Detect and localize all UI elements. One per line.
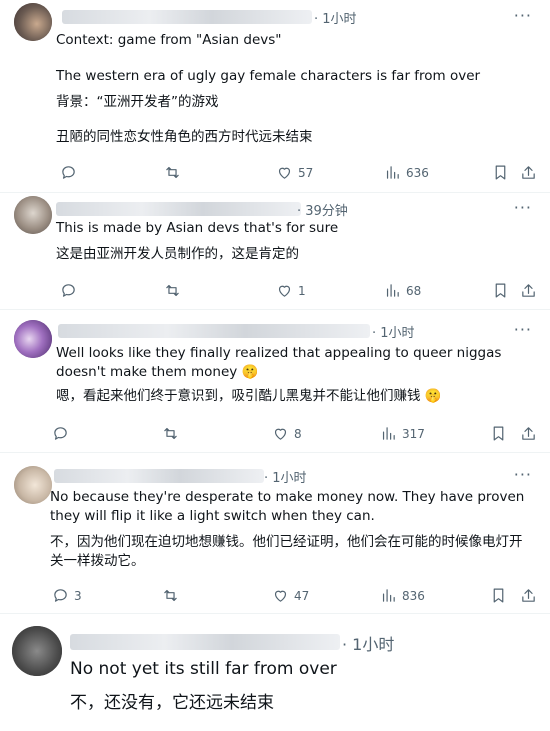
share-button[interactable] (520, 282, 537, 299)
avatar[interactable] (14, 3, 52, 41)
avatar[interactable] (14, 196, 52, 234)
repost-button[interactable] (162, 425, 184, 442)
post-text-line: No not yet its still far from over (70, 659, 337, 679)
views-button[interactable]: 68 (384, 282, 421, 299)
post-4[interactable]: · 1小时 ··· No because they're desperate t… (0, 453, 550, 614)
heart-icon (274, 428, 287, 440)
like-button[interactable]: 57 (276, 164, 313, 181)
reply-icon (62, 166, 75, 179)
reply-button[interactable]: 3 (52, 587, 82, 604)
reply-icon (54, 427, 67, 440)
username-redacted (70, 634, 340, 650)
views-button[interactable]: 636 (384, 164, 429, 181)
reply-button[interactable] (52, 425, 74, 442)
share-icon (522, 166, 535, 179)
repost-icon (164, 427, 177, 440)
repost-button[interactable] (164, 164, 186, 181)
post-time[interactable]: · 1小时 (264, 467, 307, 486)
post-actions: 1 68 (56, 282, 536, 304)
like-count: 1 (298, 283, 306, 298)
more-icon[interactable]: ··· (514, 6, 532, 25)
post-time[interactable]: · 1小时 (372, 322, 415, 341)
like-count: 57 (298, 165, 314, 180)
heart-icon (274, 590, 287, 602)
username-redacted (58, 324, 370, 338)
post-text-line: This is made by Asian devs that's for su… (56, 220, 339, 236)
post-text-line: 这是由亚洲开发人员制作的，这是肯定的 (56, 246, 299, 262)
reply-button[interactable] (60, 164, 82, 181)
more-icon[interactable]: ··· (514, 320, 532, 339)
bookmark-icon (493, 426, 504, 441)
repost-icon (166, 284, 179, 297)
views-icon (386, 166, 399, 179)
share-icon (522, 284, 535, 297)
post-text-line: 嗯，看起来他们终于意识到，吸引酷儿黑鬼并不能让他们赚钱 🤫 (56, 388, 442, 404)
username-redacted (62, 10, 312, 24)
like-count: 47 (294, 588, 310, 603)
post-actions: 3 47 836 (54, 587, 537, 609)
repost-button[interactable] (164, 282, 186, 299)
post-time[interactable]: · 1小时 (342, 631, 394, 655)
more-icon[interactable]: ··· (514, 198, 532, 217)
like-count: 8 (294, 426, 302, 441)
views-icon (386, 284, 399, 297)
views-count: 836 (402, 588, 425, 603)
post-actions: 8 317 (54, 425, 537, 447)
views-count: 636 (406, 165, 429, 180)
post-time[interactable]: · 39分钟 (297, 200, 348, 219)
bookmark-button[interactable] (492, 282, 509, 299)
share-button[interactable] (520, 587, 537, 604)
avatar[interactable] (14, 466, 52, 504)
bookmark-icon (493, 588, 504, 603)
like-button[interactable]: 47 (272, 587, 309, 604)
reply-count: 3 (74, 588, 82, 603)
post-text-line: 背景：“亚洲开发者”的游戏 (56, 94, 219, 110)
post-text-line: The western era of ugly gay female chara… (56, 68, 481, 84)
views-icon (382, 589, 395, 602)
repost-button[interactable] (162, 587, 184, 604)
repost-icon (164, 589, 177, 602)
heart-icon (278, 285, 291, 297)
bookmark-button[interactable] (490, 587, 507, 604)
heart-icon (278, 167, 291, 179)
avatar[interactable] (14, 320, 52, 358)
share-button[interactable] (520, 425, 537, 442)
reply-icon (62, 284, 75, 297)
bookmark-button[interactable] (492, 164, 509, 181)
like-button[interactable]: 1 (276, 282, 306, 299)
views-icon (382, 427, 395, 440)
bookmark-icon (495, 165, 506, 180)
views-count: 317 (402, 426, 425, 441)
post-time[interactable]: · 1小时 (314, 8, 357, 27)
post-text-line: No because they're desperate to make mon… (50, 489, 529, 524)
post-text-line: 丑陋的同性恋女性角色的西方时代远未结束 (56, 129, 313, 145)
views-button[interactable]: 317 (380, 425, 425, 442)
post-3[interactable]: · 1小时 ··· Well looks like they finally r… (0, 310, 550, 453)
like-button[interactable]: 8 (272, 425, 302, 442)
reply-button[interactable] (60, 282, 82, 299)
post-text-line: Context: game from "Asian devs" (56, 32, 282, 48)
share-button[interactable] (520, 164, 537, 181)
bookmark-icon (495, 283, 506, 298)
post-5[interactable]: · 1小时 No not yet its still far from over… (0, 614, 550, 731)
post-1[interactable]: · 1小时 ··· Context: game from "Asian devs… (0, 0, 550, 193)
username-redacted (54, 469, 264, 483)
share-icon (522, 427, 535, 440)
username-redacted (56, 202, 301, 216)
post-text-line: Well looks like they finally realized th… (56, 345, 506, 380)
views-button[interactable]: 836 (380, 587, 425, 604)
reply-icon (54, 589, 67, 602)
post-text-line: 不，还没有，它还远未结束 (70, 693, 274, 713)
post-2[interactable]: · 39分钟 ··· This is made by Asian devs th… (0, 193, 550, 310)
post-text-line: 不，因为他们现在迫切地想赚钱。他们已经证明，他们会在可能的时候像电灯开关一样拨动… (50, 534, 523, 569)
bookmark-button[interactable] (490, 425, 507, 442)
views-count: 68 (406, 283, 422, 298)
avatar[interactable] (12, 626, 62, 676)
repost-icon (166, 166, 179, 179)
more-icon[interactable]: ··· (514, 465, 532, 484)
share-icon (522, 589, 535, 602)
post-actions: 57 636 (56, 164, 536, 186)
